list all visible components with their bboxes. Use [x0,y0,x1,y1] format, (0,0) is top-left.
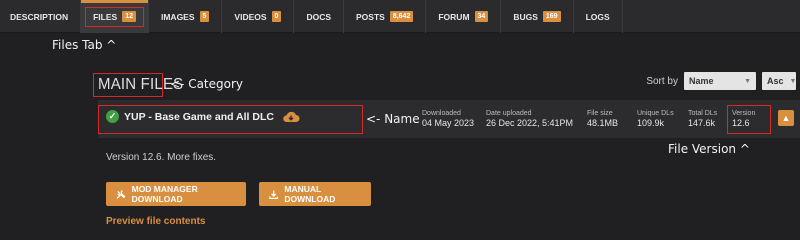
tab-label: BUGS [513,11,538,22]
button-label: MOD MANAGER DOWNLOAD [131,184,198,204]
stat-total-dls: Total DLs 147.6k [688,110,717,128]
stat-downloaded: Downloaded 04 May 2023 [422,110,474,128]
tab-badge: 34 [474,11,489,22]
button-label: MANUAL DOWNLOAD [284,184,336,204]
tab-label: DESCRIPTION [10,11,69,22]
stat-date-uploaded: Date uploaded 26 Dec 2022, 5:41PM [486,110,573,128]
chevron-down-icon: ▼ [744,77,751,85]
tab-label: POSTS [356,11,385,22]
tab-label: FORUM [438,11,470,22]
files-tab-highlight-box [85,7,144,27]
annotation-files-tab: Files Tab ^ [52,38,117,52]
sort-controls: Sort by Name ▼ Asc ▼ [646,72,796,90]
stat-label: Date uploaded [486,110,532,117]
tab-badge: 8,642 [389,11,414,22]
sort-field-select[interactable]: Name ▼ [684,72,756,90]
tab-images[interactable]: IMAGES 5 [149,0,223,33]
tab-label: IMAGES [160,11,195,22]
tab-forum[interactable]: FORUM 34 [426,0,502,33]
chevron-down-icon: ▼ [789,77,797,85]
preview-file-contents-link[interactable]: Preview file contents [106,216,205,227]
stat-label: Downloaded [422,110,461,117]
annotation-file-version: File Version ^ [668,142,750,156]
tab-badge: 5 [199,11,210,22]
tab-label: VIDEOS [234,11,267,22]
tab-posts[interactable]: POSTS 8,642 [344,0,427,33]
sort-label: Sort by [646,75,678,87]
stat-value: 04 May 2023 [422,118,475,128]
file-description: Version 12.6. More fixes. [106,152,217,163]
chevron-up-icon: ▲ [781,113,791,123]
stat-value: 109.9k [637,118,665,128]
stat-label: Total DLs [688,110,718,117]
sort-order-value: Asc [767,76,784,86]
tab-label: LOGS [585,11,610,22]
sort-order-select[interactable]: Asc ▼ [762,72,796,90]
version-highlight-box [727,105,771,134]
stat-value: 48.1MB [587,118,619,128]
stat-unique-dls: Unique DLs 109.9k [637,110,674,128]
annotation-name: <- Name [366,112,420,126]
tab-label: DOCS [306,11,332,22]
stat-value: 147.6k [688,118,716,128]
tab-bar: DESCRIPTION FILES 12 IMAGES 5 VIDEOS 0 D… [0,0,800,33]
stat-label: File size [587,110,613,117]
tools-icon [116,189,126,199]
tab-logs[interactable]: LOGS [574,0,623,33]
tab-files[interactable]: FILES 12 [81,0,149,33]
manual-download-button[interactable]: MANUAL DOWNLOAD [259,182,371,206]
tab-description[interactable]: DESCRIPTION [0,0,82,33]
stat-value: 26 Dec 2022, 5:41PM [486,118,574,128]
sort-field-value: Name [689,76,714,86]
collapse-button[interactable]: ▲ [778,110,794,126]
tab-badge: 169 [542,11,561,22]
annotation-category: <- Category [170,77,244,91]
tab-bugs[interactable]: BUGS 169 [501,0,574,33]
mod-manager-download-button[interactable]: MOD MANAGER DOWNLOAD [106,182,246,206]
name-highlight-box [98,105,363,134]
tab-videos[interactable]: VIDEOS 0 [222,0,295,33]
tab-badge: 0 [271,11,282,22]
stat-file-size: File size 48.1MB [587,110,618,128]
tab-docs[interactable]: DOCS [294,0,345,33]
stat-label: Unique DLs [637,110,674,117]
download-icon [269,190,279,199]
